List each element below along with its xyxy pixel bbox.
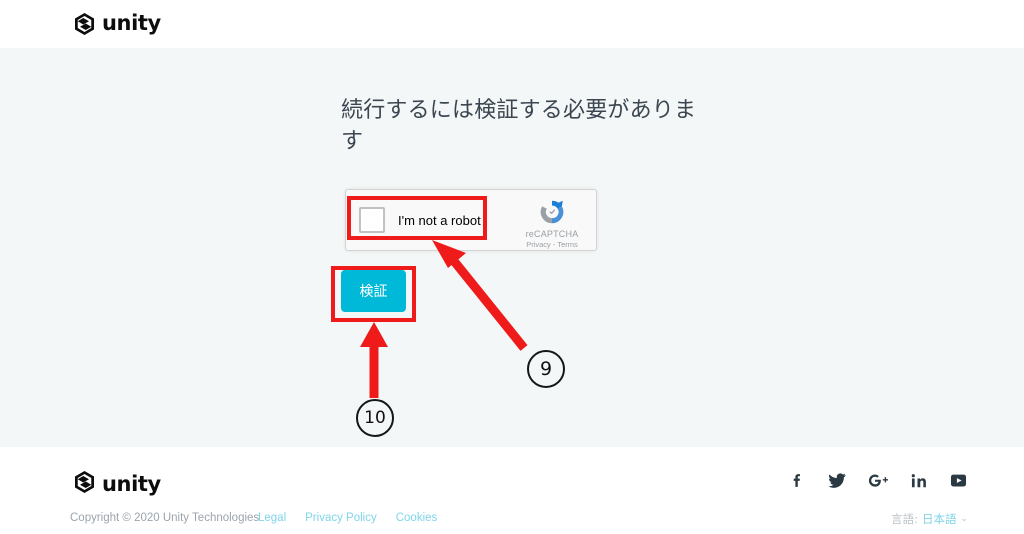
facebook-icon[interactable] bbox=[789, 471, 806, 490]
youtube-icon[interactable] bbox=[949, 471, 968, 490]
twitter-icon[interactable] bbox=[827, 471, 847, 490]
header-logo-text: unity bbox=[102, 11, 161, 35]
main-content: 続行するには検証する必要があります I'm not a robot reCAPT… bbox=[0, 48, 1024, 447]
site-footer: unity Copyright © 2020 Unity Technologie… bbox=[0, 447, 1024, 534]
language-selector[interactable]: 言語: 日本語 ⌄ bbox=[891, 511, 968, 527]
footer-links: Legal Privacy Policy Cookies bbox=[258, 512, 437, 524]
recaptcha-checkbox[interactable] bbox=[359, 207, 385, 233]
recaptcha-widget[interactable]: I'm not a robot reCAPTCHA Privacy - Term… bbox=[345, 189, 597, 251]
step-marker-10: 10 bbox=[356, 399, 394, 437]
linkedin-icon[interactable] bbox=[910, 471, 928, 490]
footer-unity-logo[interactable]: unity bbox=[72, 469, 161, 499]
language-value[interactable]: 日本語 bbox=[922, 511, 957, 527]
recaptcha-checkbox-area[interactable]: I'm not a robot bbox=[346, 190, 516, 250]
chevron-down-icon[interactable]: ⌄ bbox=[960, 514, 968, 524]
footer-link-legal[interactable]: Legal bbox=[258, 512, 286, 524]
google-plus-icon[interactable] bbox=[868, 471, 889, 490]
site-header: unity bbox=[0, 0, 1024, 48]
footer-logo-text: unity bbox=[102, 471, 161, 496]
footer-link-cookies[interactable]: Cookies bbox=[396, 512, 438, 524]
unity-cube-icon bbox=[72, 11, 97, 36]
recaptcha-branding: reCAPTCHA Privacy - Terms bbox=[516, 197, 588, 250]
recaptcha-checkbox-label: I'm not a robot bbox=[398, 212, 481, 228]
step-marker-9: 9 bbox=[527, 350, 565, 388]
copyright-text: Copyright © 2020 Unity Technologies bbox=[70, 512, 260, 524]
recaptcha-privacy-terms[interactable]: Privacy - Terms bbox=[516, 240, 588, 250]
footer-link-privacy-policy[interactable]: Privacy Policy bbox=[305, 512, 377, 524]
verify-button[interactable]: 検証 bbox=[341, 270, 406, 312]
social-links bbox=[789, 471, 968, 490]
recaptcha-logo-icon bbox=[516, 197, 588, 227]
language-label: 言語: bbox=[891, 512, 918, 526]
header-unity-logo[interactable]: unity bbox=[72, 11, 161, 36]
unity-verification-page: unity 続行するには検証する必要があります I'm not a robot bbox=[0, 0, 1024, 534]
page-title: 続行するには検証する必要があります bbox=[341, 98, 697, 154]
unity-cube-icon bbox=[72, 469, 97, 499]
recaptcha-brand-name: reCAPTCHA bbox=[525, 229, 579, 239]
